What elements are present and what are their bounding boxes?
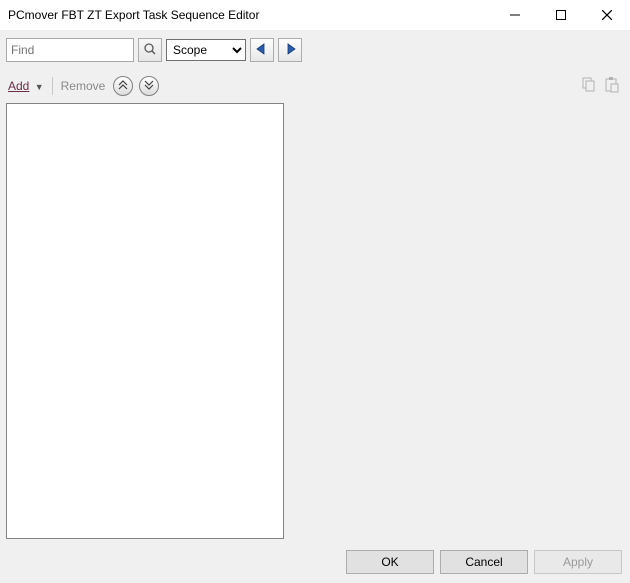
- chevron-up-double-icon: [118, 79, 128, 93]
- ok-button[interactable]: OK: [346, 550, 434, 574]
- cancel-button[interactable]: Cancel: [440, 550, 528, 574]
- add-label: Add: [8, 79, 29, 93]
- minimize-icon: [510, 10, 520, 20]
- chevron-down-double-icon: [144, 79, 154, 93]
- scope-select[interactable]: Scope: [166, 39, 246, 61]
- find-toolbar: Scope: [0, 30, 630, 67]
- sequence-tree[interactable]: [6, 103, 284, 539]
- window-controls: [492, 0, 630, 30]
- find-next-button[interactable]: [278, 38, 302, 62]
- find-previous-button[interactable]: [250, 38, 274, 62]
- chevron-down-icon: ▼: [35, 82, 44, 92]
- maximize-button[interactable]: [538, 0, 584, 30]
- copy-icon: [580, 82, 596, 96]
- close-icon: [602, 10, 612, 20]
- window-title: PCmover FBT ZT Export Task Sequence Edit…: [8, 8, 492, 22]
- search-icon: [143, 42, 157, 59]
- main-area: [0, 101, 630, 545]
- add-menu-button[interactable]: Add ▼: [6, 77, 46, 95]
- copy-button[interactable]: [580, 77, 596, 96]
- find-button[interactable]: [138, 38, 162, 62]
- paste-button[interactable]: [604, 77, 620, 96]
- dialog-button-bar: OK Cancel Apply: [0, 545, 630, 583]
- find-input[interactable]: [6, 38, 134, 62]
- move-down-button[interactable]: [139, 76, 159, 96]
- edit-toolbar: Add ▼ Remove: [0, 67, 630, 101]
- apply-button: Apply: [534, 550, 622, 574]
- remove-button[interactable]: Remove: [59, 77, 108, 95]
- arrow-right-icon: [283, 42, 297, 59]
- window: PCmover FBT ZT Export Task Sequence Edit…: [0, 0, 630, 583]
- paste-icon: [604, 82, 620, 96]
- arrow-left-icon: [255, 42, 269, 59]
- minimize-button[interactable]: [492, 0, 538, 30]
- close-button[interactable]: [584, 0, 630, 30]
- maximize-icon: [556, 10, 566, 20]
- title-bar: PCmover FBT ZT Export Task Sequence Edit…: [0, 0, 630, 30]
- move-up-button[interactable]: [113, 76, 133, 96]
- separator: [52, 77, 53, 95]
